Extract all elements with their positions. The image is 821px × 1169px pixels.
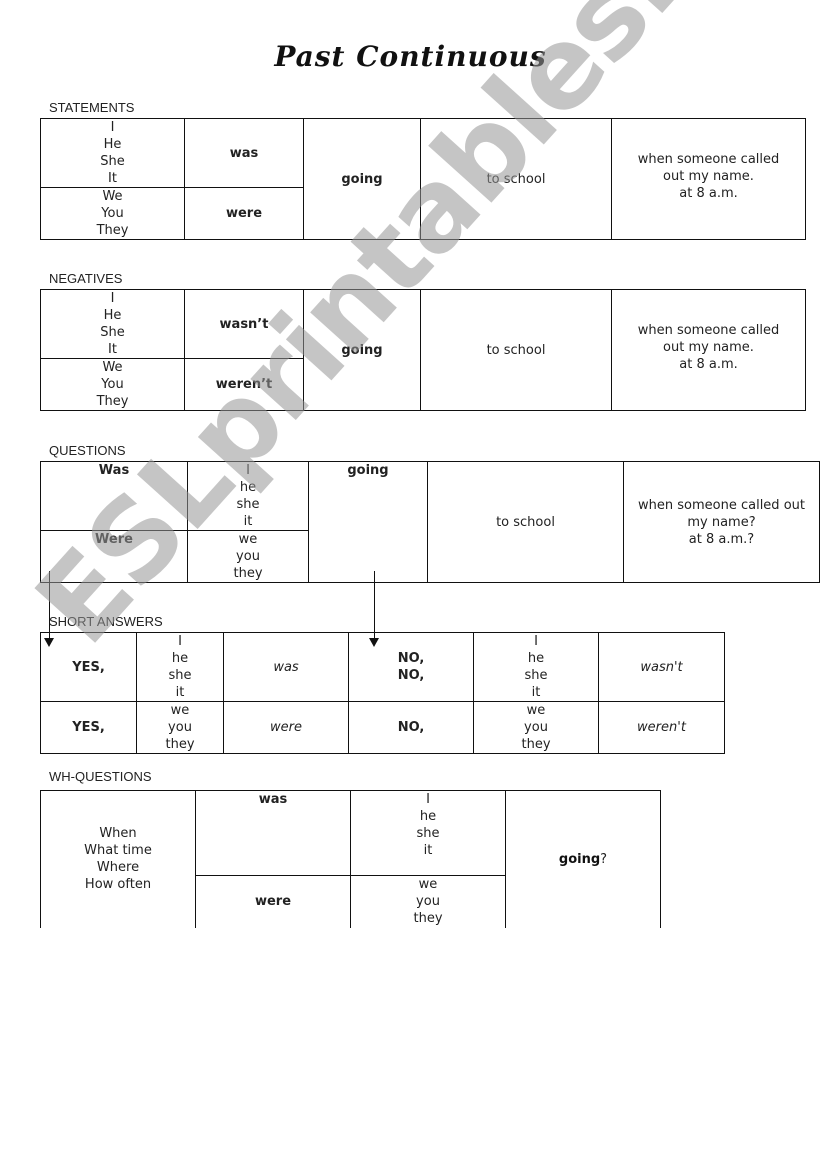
page-title: Past Continuous (274, 40, 547, 73)
aux-were: were (223, 701, 349, 754)
subjects-singular: I He She It (40, 289, 185, 359)
aux-was: was (184, 118, 304, 188)
verb-going: going (308, 461, 428, 583)
aux-were: were (195, 875, 351, 928)
negatives-table: I He She It wasn’t going to school when … (40, 289, 806, 411)
time-phrase: when someone called out my name? at 8 a.… (623, 461, 820, 583)
short-answer-row: YES, I he she it was NO, NO, I he she it… (40, 632, 725, 702)
aux-werent: weren’t (184, 358, 304, 411)
aux-were: were (184, 187, 304, 240)
verb-going: going (303, 289, 421, 411)
subjects-singular: I he she it (187, 461, 309, 531)
yes-answer: YES, (40, 701, 137, 754)
statements-table: I He She It was going to school when som… (40, 118, 806, 240)
section-label-short-answers: SHORT ANSWERS (49, 614, 163, 629)
place: to school (420, 289, 612, 411)
wh-words: When What time Where How often (40, 790, 196, 928)
time-phrase: when someone called out my name. at 8 a.… (611, 118, 806, 240)
section-label-statements: STATEMENTS (49, 100, 135, 115)
short-answer-row: YES, we you they were NO, we you they we… (40, 701, 725, 754)
verb-going-question: going? (505, 790, 661, 928)
subjects: I he she it (136, 632, 224, 702)
subjects: we you they (473, 701, 599, 754)
no-answer: NO, (348, 701, 474, 754)
verb-going: going (303, 118, 421, 240)
time-phrase: when someone called out my name. at 8 a.… (611, 289, 806, 411)
arrow-line-no (374, 571, 375, 639)
short-answers-table: YES, I he she it was NO, NO, I he she it… (40, 632, 725, 754)
aux-werent: weren't (598, 701, 725, 754)
aux-wasnt: wasn’t (184, 289, 304, 359)
section-label-wh-questions: WH-QUESTIONS (49, 769, 152, 784)
subjects-singular: I He She It (40, 118, 185, 188)
verb-going: going (558, 851, 601, 867)
subjects: we you they (136, 701, 224, 754)
aux-was: Was (40, 461, 188, 531)
questions-table: Was I he she it going to school when som… (40, 461, 820, 583)
subjects-plural: we you they (187, 530, 309, 583)
section-label-questions: QUESTIONS (49, 443, 126, 458)
aux-was: was (223, 632, 349, 702)
subjects-plural: We You They (40, 358, 185, 411)
subjects-plural: We You They (40, 187, 185, 240)
no-answer: NO, NO, (348, 632, 474, 702)
question-mark: ? (600, 851, 608, 867)
wh-questions-table: When What time Where How often was I he … (40, 790, 661, 928)
place: to school (420, 118, 612, 240)
subjects-singular: I he she it (350, 790, 506, 876)
section-label-negatives: NEGATIVES (49, 271, 123, 286)
aux-wasnt: wasn't (598, 632, 725, 702)
aux-were: Were (40, 530, 188, 583)
subjects-plural: we you they (350, 875, 506, 928)
yes-answer: YES, (40, 632, 137, 702)
subjects: I he she it (473, 632, 599, 702)
place: to school (427, 461, 624, 583)
aux-was: was (195, 790, 351, 876)
